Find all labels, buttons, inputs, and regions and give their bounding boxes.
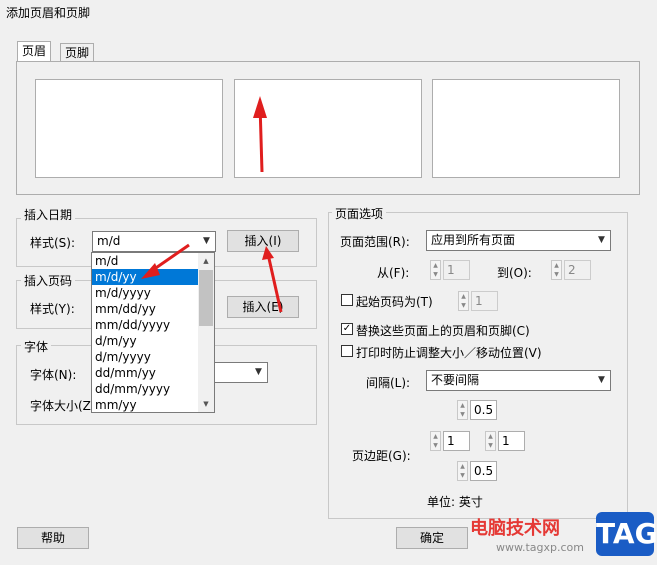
arrow-1-head: [253, 96, 267, 118]
annotation-arrows: [141, 96, 283, 313]
watermark-site-name: 电脑技术网: [470, 518, 560, 539]
arrow-3-head: [262, 246, 274, 260]
watermark-url: www.tagxp.com: [496, 541, 584, 554]
watermark-tag-logo: TAG: [596, 512, 657, 556]
arrow-3: [266, 253, 283, 313]
